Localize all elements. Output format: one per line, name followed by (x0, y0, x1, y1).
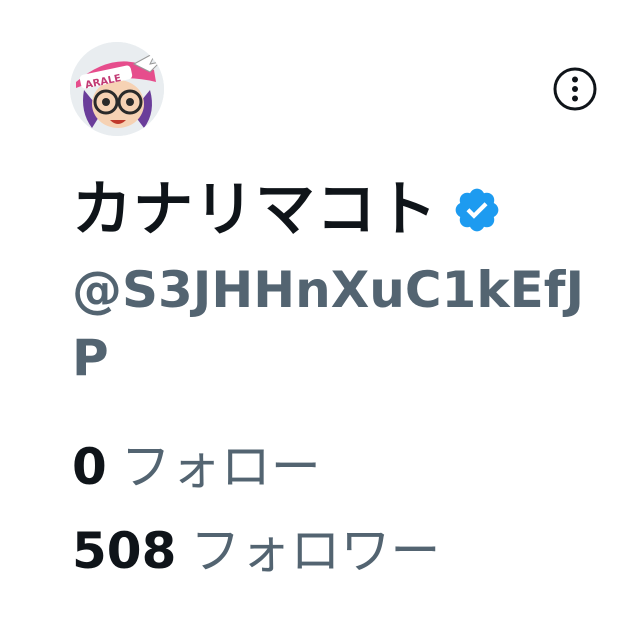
username-handle: @S3JHHnXuC1kEfJP (72, 261, 585, 387)
following-label: フォロー (120, 438, 321, 496)
followers-stat[interactable]: 508 フォロワー (72, 516, 440, 586)
followers-label: フォロワー (190, 522, 441, 580)
following-count: 0 (72, 438, 107, 496)
following-stat[interactable]: 0 フォロー (72, 432, 321, 502)
verified-badge-icon[interactable] (452, 185, 502, 235)
followers-count: 508 (72, 522, 177, 580)
display-name: カナリマコト (72, 175, 438, 245)
avatar[interactable]: ARALE (70, 42, 164, 136)
more-options-button[interactable] (552, 66, 598, 112)
avatar-image: ARALE (70, 42, 164, 136)
display-name-row: カナリマコト (72, 170, 502, 250)
more-options-icon (553, 67, 597, 111)
